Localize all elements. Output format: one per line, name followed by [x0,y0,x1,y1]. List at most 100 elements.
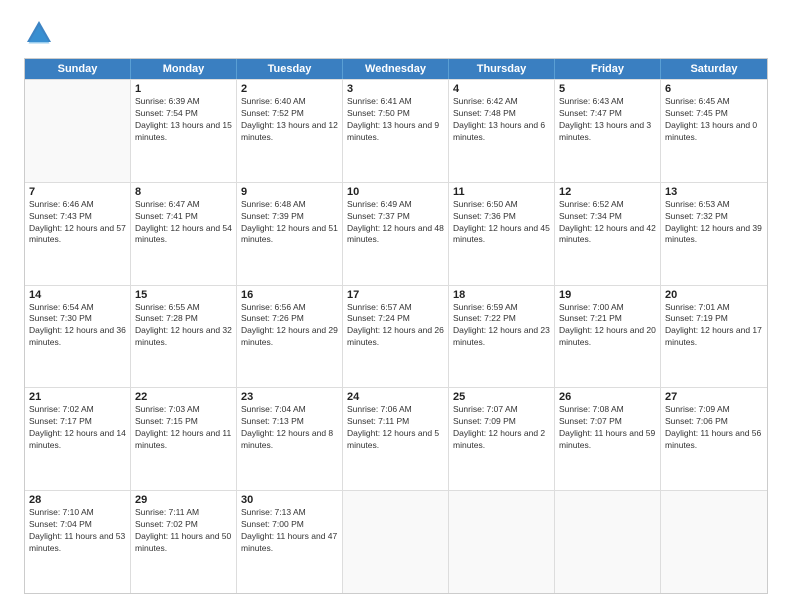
sunrise-label: Sunrise: 6:55 AM [135,302,200,312]
sunset-label: Sunset: 7:07 PM [559,416,622,426]
sunrise-label: Sunrise: 6:53 AM [665,199,730,209]
day-info: Sunrise: 7:10 AM Sunset: 7:04 PM Dayligh… [29,507,126,555]
daylight-label: Daylight: 12 hours and 45 minutes. [453,223,550,245]
sunrise-label: Sunrise: 6:42 AM [453,96,518,106]
day-number: 19 [559,289,656,301]
day-number: 7 [29,186,126,198]
sunset-label: Sunset: 7:52 PM [241,108,304,118]
day-info: Sunrise: 7:06 AM Sunset: 7:11 PM Dayligh… [347,404,444,452]
sunset-label: Sunset: 7:32 PM [665,211,728,221]
daylight-label: Daylight: 12 hours and 17 minutes. [665,325,762,347]
calendar-cell: 5 Sunrise: 6:43 AM Sunset: 7:47 PM Dayli… [555,80,661,182]
calendar-row: 1 Sunrise: 6:39 AM Sunset: 7:54 PM Dayli… [25,79,767,182]
page: SundayMondayTuesdayWednesdayThursdayFrid… [0,0,792,612]
daylight-label: Daylight: 12 hours and 29 minutes. [241,325,338,347]
day-info: Sunrise: 6:39 AM Sunset: 7:54 PM Dayligh… [135,96,232,144]
day-info: Sunrise: 6:55 AM Sunset: 7:28 PM Dayligh… [135,302,232,350]
calendar-cell [25,80,131,182]
daylight-label: Daylight: 11 hours and 59 minutes. [559,428,655,450]
day-number: 14 [29,289,126,301]
sunset-label: Sunset: 7:41 PM [135,211,198,221]
sunset-label: Sunset: 7:50 PM [347,108,410,118]
sunrise-label: Sunrise: 7:02 AM [29,404,94,414]
calendar-cell: 22 Sunrise: 7:03 AM Sunset: 7:15 PM Dayl… [131,388,237,490]
calendar-cell: 25 Sunrise: 7:07 AM Sunset: 7:09 PM Dayl… [449,388,555,490]
calendar-cell: 3 Sunrise: 6:41 AM Sunset: 7:50 PM Dayli… [343,80,449,182]
calendar-row: 21 Sunrise: 7:02 AM Sunset: 7:17 PM Dayl… [25,387,767,490]
day-number: 11 [453,186,550,198]
day-number: 8 [135,186,232,198]
day-info: Sunrise: 7:01 AM Sunset: 7:19 PM Dayligh… [665,302,763,350]
calendar-cell: 13 Sunrise: 6:53 AM Sunset: 7:32 PM Dayl… [661,183,767,285]
day-info: Sunrise: 6:50 AM Sunset: 7:36 PM Dayligh… [453,199,550,247]
daylight-label: Daylight: 12 hours and 57 minutes. [29,223,126,245]
sunset-label: Sunset: 7:28 PM [135,313,198,323]
daylight-label: Daylight: 12 hours and 39 minutes. [665,223,762,245]
calendar-cell: 30 Sunrise: 7:13 AM Sunset: 7:00 PM Dayl… [237,491,343,593]
calendar-cell [343,491,449,593]
calendar-cell: 7 Sunrise: 6:46 AM Sunset: 7:43 PM Dayli… [25,183,131,285]
day-number: 26 [559,391,656,403]
daylight-label: Daylight: 11 hours and 53 minutes. [29,531,125,553]
day-number: 28 [29,494,126,506]
day-info: Sunrise: 6:49 AM Sunset: 7:37 PM Dayligh… [347,199,444,247]
day-info: Sunrise: 7:09 AM Sunset: 7:06 PM Dayligh… [665,404,763,452]
calendar-cell: 6 Sunrise: 6:45 AM Sunset: 7:45 PM Dayli… [661,80,767,182]
sunset-label: Sunset: 7:48 PM [453,108,516,118]
sunrise-label: Sunrise: 6:47 AM [135,199,200,209]
sunset-label: Sunset: 7:19 PM [665,313,728,323]
day-number: 15 [135,289,232,301]
day-number: 17 [347,289,444,301]
daylight-label: Daylight: 12 hours and 8 minutes. [241,428,333,450]
sunrise-label: Sunrise: 7:09 AM [665,404,730,414]
day-info: Sunrise: 6:57 AM Sunset: 7:24 PM Dayligh… [347,302,444,350]
weekday-header: Friday [555,59,661,79]
daylight-label: Daylight: 12 hours and 23 minutes. [453,325,550,347]
daylight-label: Daylight: 13 hours and 12 minutes. [241,120,338,142]
day-number: 24 [347,391,444,403]
sunrise-label: Sunrise: 6:40 AM [241,96,306,106]
day-info: Sunrise: 7:02 AM Sunset: 7:17 PM Dayligh… [29,404,126,452]
sunrise-label: Sunrise: 7:01 AM [665,302,730,312]
day-info: Sunrise: 7:00 AM Sunset: 7:21 PM Dayligh… [559,302,656,350]
calendar-cell: 1 Sunrise: 6:39 AM Sunset: 7:54 PM Dayli… [131,80,237,182]
calendar-body: 1 Sunrise: 6:39 AM Sunset: 7:54 PM Dayli… [25,79,767,593]
sunset-label: Sunset: 7:47 PM [559,108,622,118]
sunrise-label: Sunrise: 7:07 AM [453,404,518,414]
calendar-cell: 14 Sunrise: 6:54 AM Sunset: 7:30 PM Dayl… [25,286,131,388]
calendar-cell [449,491,555,593]
daylight-label: Daylight: 11 hours and 50 minutes. [135,531,231,553]
day-number: 5 [559,83,656,95]
day-info: Sunrise: 7:07 AM Sunset: 7:09 PM Dayligh… [453,404,550,452]
day-number: 16 [241,289,338,301]
sunrise-label: Sunrise: 6:48 AM [241,199,306,209]
sunrise-label: Sunrise: 7:11 AM [135,507,199,517]
sunset-label: Sunset: 7:22 PM [453,313,516,323]
sunset-label: Sunset: 7:17 PM [29,416,92,426]
sunrise-label: Sunrise: 6:41 AM [347,96,412,106]
sunset-label: Sunset: 7:24 PM [347,313,410,323]
sunrise-label: Sunrise: 7:03 AM [135,404,200,414]
day-info: Sunrise: 6:41 AM Sunset: 7:50 PM Dayligh… [347,96,444,144]
day-info: Sunrise: 7:08 AM Sunset: 7:07 PM Dayligh… [559,404,656,452]
day-number: 10 [347,186,444,198]
sunset-label: Sunset: 7:34 PM [559,211,622,221]
weekday-header: Wednesday [343,59,449,79]
sunrise-label: Sunrise: 6:52 AM [559,199,624,209]
sunset-label: Sunset: 7:43 PM [29,211,92,221]
calendar-cell: 20 Sunrise: 7:01 AM Sunset: 7:19 PM Dayl… [661,286,767,388]
calendar-row: 14 Sunrise: 6:54 AM Sunset: 7:30 PM Dayl… [25,285,767,388]
sunset-label: Sunset: 7:37 PM [347,211,410,221]
sunrise-label: Sunrise: 7:08 AM [559,404,624,414]
weekday-header: Sunday [25,59,131,79]
logo [24,18,60,48]
daylight-label: Daylight: 12 hours and 2 minutes. [453,428,545,450]
calendar-cell: 24 Sunrise: 7:06 AM Sunset: 7:11 PM Dayl… [343,388,449,490]
sunrise-label: Sunrise: 6:39 AM [135,96,200,106]
day-number: 27 [665,391,763,403]
calendar-cell: 15 Sunrise: 6:55 AM Sunset: 7:28 PM Dayl… [131,286,237,388]
sunset-label: Sunset: 7:13 PM [241,416,304,426]
day-number: 13 [665,186,763,198]
weekday-header: Monday [131,59,237,79]
sunset-label: Sunset: 7:36 PM [453,211,516,221]
